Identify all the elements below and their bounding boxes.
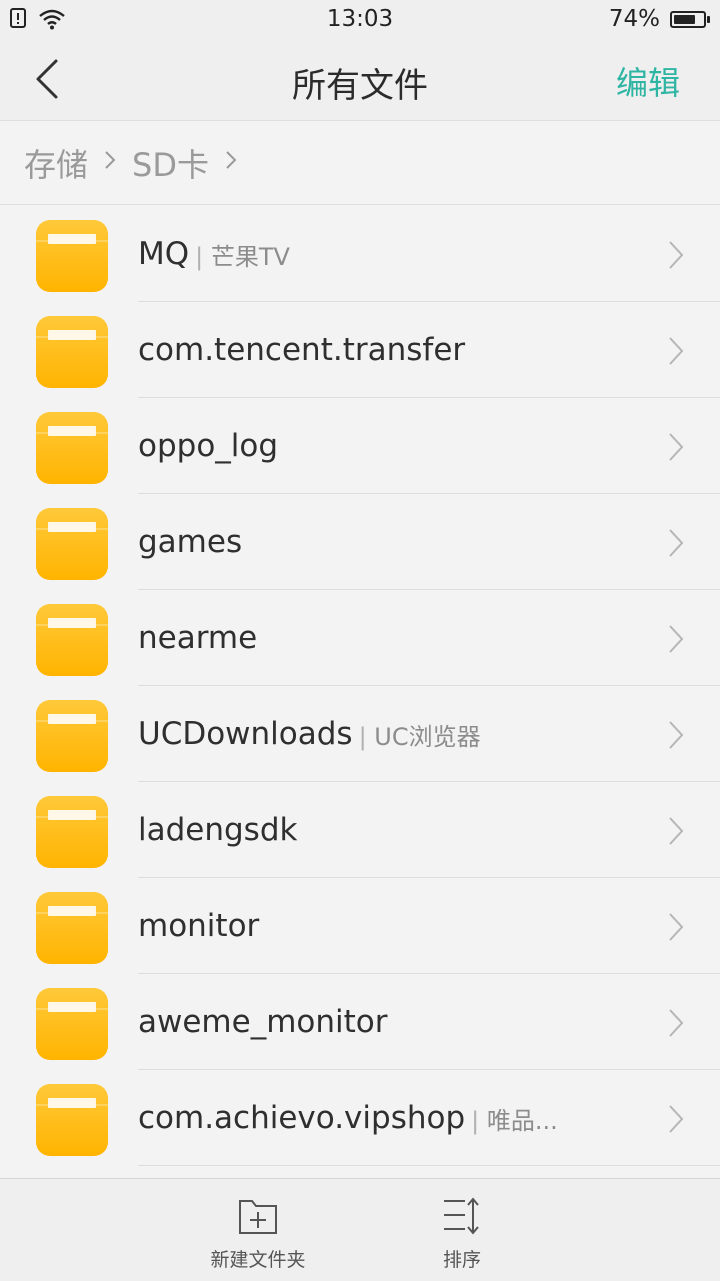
- battery-percent: 74%: [608, 6, 660, 32]
- file-name: com.tencent.transfer: [138, 332, 466, 368]
- app-label: UC浏览器: [359, 717, 480, 752]
- chevron-right-icon: [668, 240, 684, 274]
- file-name: nearme: [138, 620, 258, 656]
- chevron-right-icon: [668, 624, 684, 658]
- list-item[interactable]: games: [0, 494, 720, 590]
- battery-icon: [670, 10, 710, 28]
- sort-label: 排序: [442, 1249, 481, 1271]
- status-bar: 13:03 74%: [0, 0, 720, 38]
- file-name: games: [138, 524, 243, 560]
- chevron-right-icon: [225, 148, 237, 178]
- file-name: monitor: [138, 908, 260, 944]
- folder-icon: [36, 892, 108, 964]
- folder-icon: [36, 988, 108, 1060]
- sort-icon: [444, 1197, 479, 1235]
- breadcrumb: 存储 SD卡: [0, 121, 720, 205]
- chevron-right-icon: [668, 816, 684, 850]
- folder-icon: [36, 412, 108, 484]
- chevron-right-icon: [104, 148, 116, 178]
- new-folder-icon: [239, 1200, 277, 1234]
- list-item[interactable]: ladengsdk: [0, 782, 720, 878]
- edit-button[interactable]: 编辑: [616, 58, 680, 104]
- list-item[interactable]: com.achievo.vipshop唯品...: [0, 1070, 720, 1166]
- list-item[interactable]: nearme: [0, 590, 720, 686]
- list-item[interactable]: com.tencent.transfer: [0, 302, 720, 398]
- chevron-right-icon: [668, 528, 684, 562]
- list-item[interactable]: MQ芒果TV: [0, 206, 720, 302]
- folder-icon: [36, 604, 108, 676]
- file-list[interactable]: MQ芒果TV com.tencent.transfer oppo_log gam…: [0, 206, 720, 1178]
- chevron-right-icon: [668, 1104, 684, 1138]
- new-folder-button[interactable]: 新建文件夹: [188, 1195, 328, 1272]
- file-name: oppo_log: [138, 428, 279, 464]
- list-item[interactable]: oppo_log: [0, 398, 720, 494]
- list-item[interactable]: monitor: [0, 878, 720, 974]
- list-item[interactable]: UCDownloadsUC浏览器: [0, 686, 720, 782]
- new-folder-label: 新建文件夹: [210, 1249, 306, 1271]
- folder-icon: [36, 1084, 108, 1156]
- page-title: 所有文件: [292, 66, 428, 106]
- title-bar: 所有文件 编辑: [0, 38, 720, 121]
- file-name: UCDownloads: [138, 716, 353, 752]
- chevron-right-icon: [668, 720, 684, 754]
- chevron-right-icon: [668, 1008, 684, 1042]
- app-label: 唯品...: [471, 1101, 558, 1136]
- list-item[interactable]: aweme_monitor: [0, 974, 720, 1070]
- chevron-right-icon: [668, 432, 684, 466]
- chevron-right-icon: [668, 912, 684, 946]
- chevron-right-icon: [668, 336, 684, 370]
- file-name: ladengsdk: [138, 812, 298, 848]
- folder-icon: [36, 796, 108, 868]
- file-name: com.achievo.vipshop: [138, 1100, 466, 1136]
- breadcrumb-item-storage[interactable]: 存储: [24, 140, 88, 186]
- bottom-toolbar: 新建文件夹 排序: [0, 1178, 720, 1281]
- app-label: 芒果TV: [195, 237, 290, 272]
- file-name: MQ: [138, 236, 190, 272]
- file-name: aweme_monitor: [138, 1004, 388, 1040]
- breadcrumb-item-sdcard[interactable]: SD卡: [132, 140, 209, 186]
- sort-button[interactable]: 排序: [392, 1195, 532, 1272]
- folder-icon: [36, 700, 108, 772]
- folder-icon: [36, 316, 108, 388]
- folder-icon: [36, 220, 108, 292]
- folder-icon: [36, 508, 108, 580]
